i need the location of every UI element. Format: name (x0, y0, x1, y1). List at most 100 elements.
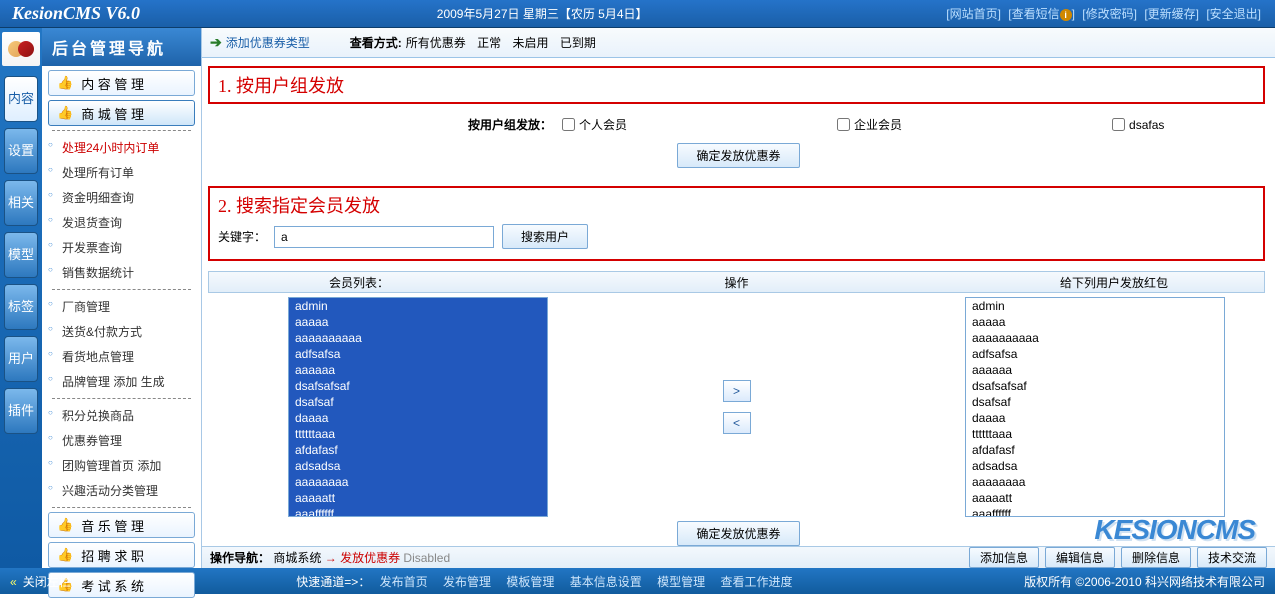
quick-link[interactable]: 发布管理 (443, 575, 491, 589)
list-item[interactable]: adfsafsa (966, 346, 1224, 362)
chk-dsafas[interactable]: dsafas (1112, 116, 1164, 133)
section-2-title: 2. 搜索指定会员发放 (218, 192, 1255, 218)
confirm-group-dispatch-button[interactable]: 确定发放优惠券 (677, 143, 799, 168)
vtab-content[interactable]: 内容 (4, 76, 38, 122)
section-2-box: 2. 搜索指定会员发放 关键字： 搜索用户 (208, 186, 1265, 261)
close-left-column[interactable]: «关闭左栏 (10, 573, 71, 590)
menu-item[interactable]: 积分兑换商品 (42, 403, 201, 428)
menu-item[interactable]: 优惠券管理 (42, 428, 201, 453)
avatar (2, 32, 40, 66)
header-date: 2009年5月27日 星期三【农历 5月4日】 (437, 5, 648, 22)
group-dispatch-label: 按用户组发放： (222, 116, 562, 133)
vtab-model[interactable]: 模型 (4, 232, 38, 278)
link-logout[interactable]: [安全退出] (1206, 7, 1261, 21)
col-action: 操作 (509, 274, 964, 291)
keyword-input[interactable] (274, 226, 494, 248)
breadcrumb: 操作导航： 商城系统 → 发放优惠券 Disabled (210, 549, 450, 566)
quick-links: 快速通道=>： 发布首页 发布管理 模板管理 基本信息设置 模型管理 查看工作进… (296, 573, 798, 590)
thumb-icon: 👍 (57, 105, 73, 121)
section-1-box: 1. 按用户组发放 (208, 66, 1265, 104)
list-item[interactable]: aaaaaaaa (966, 474, 1224, 490)
list-row: adminaaaaaaaaaaaaaaaadfsafsaaaaaaadsafsa… (208, 297, 1265, 517)
tech-exchange-button[interactable]: 技术交流 (1197, 547, 1267, 568)
list-item[interactable]: daaaa (966, 410, 1224, 426)
chk-personal[interactable]: 个人会员 (562, 116, 627, 133)
quick-link[interactable]: 发布首页 (380, 575, 428, 589)
main-layout: 内容 设置 相关 模型 标签 用户 插件 后台管理导航 👍内 容 管 理 👍商 … (0, 28, 1275, 568)
menu-item[interactable]: 处理所有订单 (42, 160, 201, 185)
delete-info-button[interactable]: 删除信息 (1121, 547, 1191, 568)
filter-unused[interactable]: 未启用 (512, 36, 548, 50)
chk-enterprise-input[interactable] (837, 118, 850, 131)
quick-link[interactable]: 模板管理 (506, 575, 554, 589)
chk-enterprise[interactable]: 企业会员 (837, 116, 902, 133)
menu-item[interactable]: 处理24小时内订单 (42, 135, 201, 160)
col-target: 给下列用户发放红包 (964, 274, 1264, 291)
vtab-related[interactable]: 相关 (4, 180, 38, 226)
list-item[interactable]: aaaaaaaaaa (966, 330, 1224, 346)
menu-item[interactable]: 发退货查询 (42, 210, 201, 235)
menu-item[interactable]: 开发票查询 (42, 235, 201, 260)
view-mode-label: 查看方式: (350, 34, 402, 51)
menu-item[interactable]: 看货地点管理 (42, 344, 201, 369)
list-item[interactable]: aaaaa (966, 314, 1224, 330)
list-item[interactable]: aaaaatt (966, 490, 1224, 506)
edit-info-button[interactable]: 编辑信息 (1045, 547, 1115, 568)
filter-all[interactable]: 所有优惠券 (406, 36, 466, 50)
group-dispatch-row: 按用户组发放： 个人会员 企业会员 dsafas (202, 116, 1275, 133)
list-item[interactable]: admin (966, 298, 1224, 314)
chk-dsafas-input[interactable] (1112, 118, 1125, 131)
list-item[interactable]: ttttttaaa (966, 426, 1224, 442)
vtab-settings[interactable]: 设置 (4, 128, 38, 174)
col-members: 会员列表： (209, 274, 509, 291)
move-right-button[interactable]: > (723, 380, 751, 402)
thumb-icon: 👍 (57, 547, 73, 563)
brand-title: KesionCMS V6.0 (12, 3, 140, 24)
menu-item[interactable]: 团购管理首页 添加 (42, 453, 201, 478)
quick-link[interactable]: 查看工作进度 (720, 575, 792, 589)
left-menu: 后台管理导航 👍内 容 管 理 👍商 城 管 理 处理24小时内订单 处理所有订… (42, 28, 202, 568)
quick-link[interactable]: 模型管理 (657, 575, 705, 589)
list-item[interactable]: aaaaaa (966, 362, 1224, 378)
filters: 所有优惠券 正常 未启用 已到期 (402, 34, 600, 51)
vtab-users[interactable]: 用户 (4, 336, 38, 382)
link-cache[interactable]: [更新缓存] (1144, 7, 1199, 21)
thumb-icon: 👍 (57, 517, 73, 533)
list-header-row: 会员列表： 操作 给下列用户发放红包 (208, 271, 1265, 293)
chk-personal-input[interactable] (562, 118, 575, 131)
filter-expired[interactable]: 已到期 (560, 36, 596, 50)
link-password[interactable]: [修改密码] (1082, 7, 1137, 21)
menu-btn-content[interactable]: 👍内 容 管 理 (48, 70, 195, 96)
menu-item[interactable]: 销售数据统计 (42, 260, 201, 285)
menu-item[interactable]: 兴趣活动分类管理 (42, 478, 201, 503)
info-icon: i (1060, 9, 1072, 21)
vtab-plugins[interactable]: 插件 (4, 388, 38, 434)
menu-item[interactable]: 送货&付款方式 (42, 319, 201, 344)
menu-btn-recruit[interactable]: 👍招 聘 求 职 (48, 542, 195, 568)
filter-normal[interactable]: 正常 (477, 36, 501, 50)
content-area: ➔ 添加优惠券类型 查看方式: 所有优惠券 正常 未启用 已到期 1. 按用户组… (202, 28, 1275, 568)
menu-btn-music[interactable]: 👍音 乐 管 理 (48, 512, 195, 538)
add-coupon-type-link[interactable]: 添加优惠券类型 (226, 34, 310, 51)
search-user-button[interactable]: 搜索用户 (502, 224, 588, 249)
quick-link[interactable]: 基本信息设置 (570, 575, 642, 589)
left-strip: 内容 设置 相关 模型 标签 用户 插件 (0, 28, 42, 568)
header-links: [网站首页] [查看短信i] [修改密码] [更新缓存] [安全退出] (944, 5, 1263, 22)
list-item[interactable]: afdafasf (966, 442, 1224, 458)
toolbar: ➔ 添加优惠券类型 查看方式: 所有优惠券 正常 未启用 已到期 (202, 28, 1275, 58)
vtab-tags[interactable]: 标签 (4, 284, 38, 330)
menu-item[interactable]: 品牌管理 添加 生成 (42, 369, 201, 394)
confirm-dispatch-button[interactable]: 确定发放优惠券 (677, 521, 799, 546)
menu-item[interactable]: 厂商管理 (42, 294, 201, 319)
link-home[interactable]: [网站首页] (946, 7, 1001, 21)
list-item[interactable]: adsadsa (966, 458, 1224, 474)
target-listbox[interactable]: adminaaaaaaaaaaaaaaaadfsafsaaaaaaadsafsa… (965, 297, 1225, 517)
list-item[interactable]: dsafsafsaf (966, 378, 1224, 394)
menu-item[interactable]: 资金明细查询 (42, 185, 201, 210)
watermark: KESIONCMS (1094, 514, 1255, 546)
add-info-button[interactable]: 添加信息 (969, 547, 1039, 568)
menu-btn-shop[interactable]: 👍商 城 管 理 (48, 100, 195, 126)
link-sms[interactable]: [查看短信i] (1008, 7, 1075, 21)
list-item[interactable]: dsafsaf (966, 394, 1224, 410)
move-left-button[interactable]: < (723, 412, 751, 434)
